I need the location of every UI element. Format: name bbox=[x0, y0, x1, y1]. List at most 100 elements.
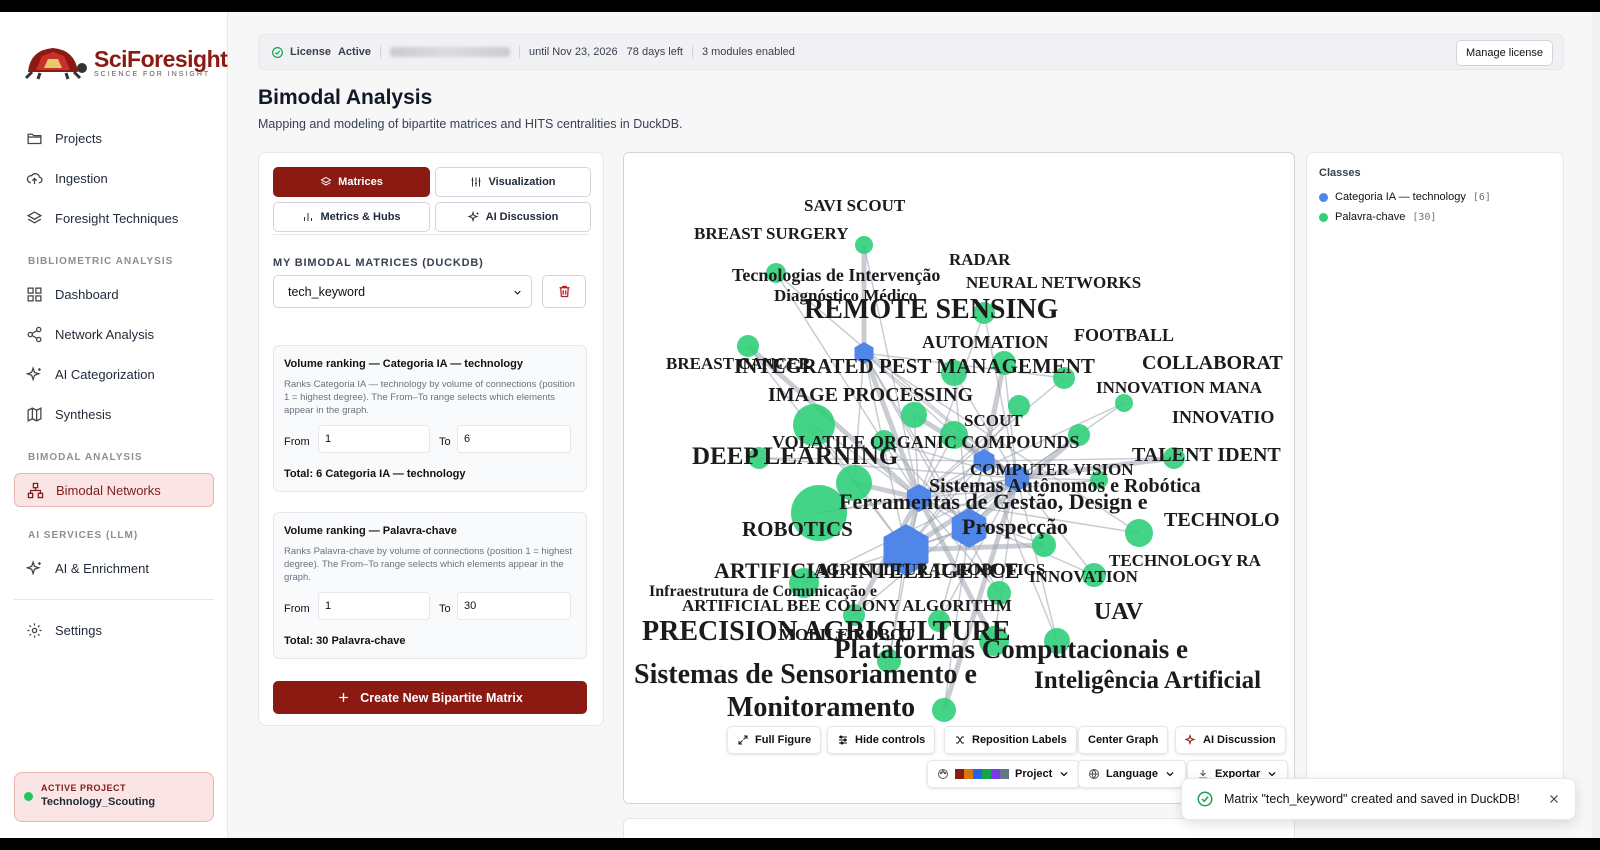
toast-message: Matrix "tech_keyword" created and saved … bbox=[1224, 792, 1520, 806]
graph-node-label: REMOTE SENSING bbox=[804, 294, 1059, 325]
graph-node-label: AUTOMATION bbox=[922, 332, 1048, 352]
graph-node-label: INNOVATION MANA bbox=[1096, 378, 1263, 397]
sidebar-item-projects[interactable]: Projects bbox=[14, 121, 214, 155]
to-input[interactable]: 6 bbox=[457, 425, 571, 453]
sidebar: SciForesight SCIENCE FOR INSIGHT Project… bbox=[0, 12, 228, 838]
sidebar-item-label: Bimodal Networks bbox=[56, 482, 161, 498]
check-circle-icon bbox=[1197, 791, 1213, 807]
sidebar-item-synthesis[interactable]: Synthesis bbox=[14, 397, 214, 431]
graph-node-label: ARTIFICIAL BEE COLONY ALGORITHM bbox=[682, 596, 1012, 615]
sparkles-icon bbox=[467, 211, 479, 223]
graph-node-label: TALENT IDENT bbox=[1132, 444, 1281, 466]
graph-node-label: IMAGE PROCESSING bbox=[768, 384, 973, 406]
sidebar-item-ai-categorization[interactable]: AI Categorization bbox=[14, 357, 214, 391]
section-label-bibliometric: BIBLIOMETRIC ANALYSIS bbox=[28, 256, 174, 267]
sidebar-item-label: Synthesis bbox=[55, 406, 112, 422]
class-item-keyword[interactable]: Palavra-chave [30] bbox=[1319, 211, 1436, 223]
center-graph-button[interactable]: Center Graph bbox=[1078, 726, 1169, 754]
graph-node-label: RADAR bbox=[949, 250, 1011, 269]
close-icon[interactable] bbox=[1547, 792, 1561, 806]
license-status: Active bbox=[337, 46, 371, 58]
license-modules: 3 modules enabled bbox=[701, 46, 795, 58]
from-input[interactable]: 1 bbox=[318, 592, 430, 620]
to-input[interactable]: 30 bbox=[457, 592, 571, 620]
manage-license-button[interactable]: Manage license bbox=[1455, 40, 1553, 66]
success-toast: Matrix "tech_keyword" created and saved … bbox=[1181, 778, 1576, 820]
active-project-name: Technology_Scouting bbox=[41, 796, 156, 808]
ranking-box-technology: Volume ranking — Categoria IA — technolo… bbox=[273, 345, 587, 492]
active-project-label: ACTIVE PROJECT bbox=[41, 783, 127, 793]
tab-visualization[interactable]: Visualization bbox=[435, 167, 591, 197]
sidebar-item-network-analysis[interactable]: Network Analysis bbox=[14, 317, 214, 351]
bar-chart-icon bbox=[304, 213, 313, 221]
graph-node-label: Ferramentas de Gestão, Design e bbox=[839, 489, 1148, 514]
page-scrollbar[interactable] bbox=[1592, 12, 1600, 838]
create-matrix-button[interactable]: Create New Bipartite Matrix bbox=[273, 681, 587, 714]
graph-node-label: NEURAL NETWORKS bbox=[966, 273, 1141, 292]
from-input[interactable]: 1 bbox=[318, 425, 430, 453]
section-label-bimodal: BIMODAL ANALYSIS bbox=[28, 452, 143, 463]
chevron-down-icon bbox=[1060, 772, 1068, 777]
tab-label: Matrices bbox=[338, 176, 383, 188]
cloud-upload-icon bbox=[26, 172, 43, 184]
sidebar-item-bimodal-networks[interactable]: Bimodal Networks bbox=[14, 473, 214, 507]
graph-node-label: INNOVATIO bbox=[1172, 407, 1274, 427]
ranking-total: Total: 6 Categoria IA — technology bbox=[284, 468, 466, 480]
language-select[interactable]: Language bbox=[1078, 760, 1186, 788]
graph-node-label: INTEGRATED PEST MANAGEMENT bbox=[734, 354, 1095, 378]
graph-node-label: UAV bbox=[1094, 599, 1144, 625]
ranking-description: Ranks Categoria IA — technology by volum… bbox=[284, 379, 575, 416]
graph-node-label: TECHNOLO bbox=[1164, 509, 1280, 531]
turtle-logo-icon bbox=[24, 48, 87, 80]
delete-matrix-button[interactable] bbox=[542, 275, 586, 308]
graph-node-label: FOOTBALL bbox=[1074, 325, 1174, 345]
dashboard-icon bbox=[27, 286, 42, 302]
ranking-box-keyword: Volume ranking — Palavra-chave Ranks Pal… bbox=[273, 512, 587, 659]
graph-node-label: BREAST SURGERY bbox=[694, 224, 849, 243]
share-icon bbox=[27, 326, 42, 342]
keyword-node[interactable] bbox=[855, 236, 873, 254]
graph-node-label: SAVI SCOUT bbox=[804, 196, 906, 215]
hide-controls-button[interactable]: Hide controls bbox=[827, 726, 936, 754]
ai-discussion-button[interactable]: AI Discussion bbox=[1175, 726, 1286, 754]
plus-icon bbox=[339, 693, 349, 702]
sidebar-item-ingestion[interactable]: Ingestion bbox=[14, 161, 214, 195]
sidebar-item-ai-enrichment[interactable]: AI & Enrichment bbox=[14, 551, 214, 585]
sidebar-item-settings[interactable]: Settings bbox=[14, 613, 214, 647]
active-project-card[interactable]: ACTIVE PROJECT Technology_Scouting bbox=[14, 772, 214, 822]
brand-tagline: SCIENCE FOR INSIGHT bbox=[94, 71, 211, 78]
graph-node-label: Tecnologias de Intervenção bbox=[732, 265, 940, 285]
to-label: To bbox=[439, 436, 451, 448]
sidebar-item-label: AI Categorization bbox=[55, 366, 155, 382]
sidebar-item-dashboard[interactable]: Dashboard bbox=[14, 277, 214, 311]
tab-ai-discussion[interactable]: AI Discussion bbox=[435, 202, 591, 232]
reposition-labels-button[interactable]: Reposition Labels bbox=[944, 726, 1077, 754]
brand-logo[interactable]: SciForesight SCIENCE FOR INSIGHT bbox=[20, 42, 228, 82]
sidebar-item-foresight-techniques[interactable]: Foresight Techniques bbox=[14, 201, 214, 235]
page-subtitle: Mapping and modeling of bipartite matric… bbox=[258, 117, 683, 131]
license-bar: License Active until Nov 23, 2026 78 day… bbox=[258, 34, 1564, 70]
create-matrix-label: Create New Bipartite Matrix bbox=[360, 690, 523, 705]
keyword-node[interactable] bbox=[932, 698, 956, 722]
sparkles-icon bbox=[26, 365, 41, 381]
full-figure-button[interactable]: Full Figure bbox=[727, 726, 822, 754]
sidebar-item-label: Projects bbox=[55, 130, 102, 146]
ranking-title: Volume ranking — Palavra-chave bbox=[284, 525, 457, 537]
tab-matrices[interactable]: Matrices bbox=[273, 167, 430, 197]
matrices-panel: Matrices Visualization Metrics & Hubs AI… bbox=[258, 152, 604, 726]
graph-node-label: Prospecção bbox=[962, 514, 1068, 539]
license-label: License bbox=[290, 46, 331, 58]
layers-icon bbox=[26, 210, 43, 223]
class-item-technology[interactable]: Categoria IA — technology [6] bbox=[1319, 191, 1491, 203]
project-palette-select[interactable]: Project bbox=[927, 760, 1081, 788]
tab-metrics-hubs[interactable]: Metrics & Hubs bbox=[273, 202, 430, 232]
matrix-select[interactable]: tech_keyword bbox=[273, 275, 532, 308]
keyword-node[interactable] bbox=[1125, 519, 1153, 547]
sidebar-item-label: Settings bbox=[55, 622, 102, 638]
sidebar-item-label: Foresight Techniques bbox=[55, 210, 179, 226]
folder-icon bbox=[27, 133, 42, 144]
sidebar-item-label: Network Analysis bbox=[55, 326, 154, 342]
network-graph-panel[interactable]: SAVI SCOUT BREAST SURGERY RADAR Tecnologias… bbox=[623, 152, 1295, 804]
bimodal-network-graph[interactable]: SAVI SCOUT BREAST SURGERY RADAR Tecnologias… bbox=[624, 153, 1295, 804]
sliders-icon bbox=[839, 735, 847, 745]
